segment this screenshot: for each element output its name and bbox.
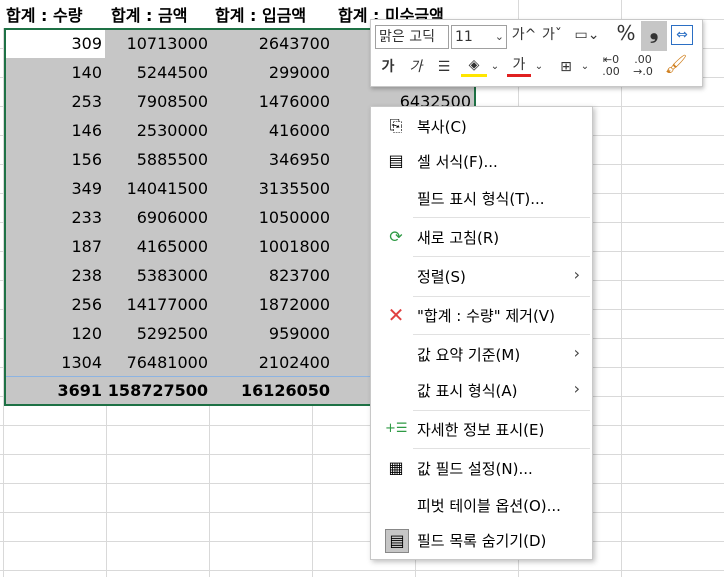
chevron-down-icon[interactable]: ⌄ bbox=[533, 56, 545, 78]
menu-item-hide-field-list[interactable]: ▤ 필드 목록 숨기기(D) bbox=[371, 523, 592, 557]
menu-label: 복사(C) bbox=[417, 118, 467, 136]
menu-label: 값 필드 설정(N)... bbox=[417, 460, 533, 478]
field-settings-icon: ▦ bbox=[388, 458, 404, 477]
menu-label: 피벗 테이블 옵션(O)... bbox=[417, 497, 561, 515]
menu-label: 값 요약 기준(M) bbox=[417, 346, 521, 364]
refresh-icon: ⟳ bbox=[389, 227, 403, 246]
menu-item-copy[interactable]: ⎘ 복사(C) bbox=[371, 109, 592, 143]
menu-item-pivot-options[interactable]: 피벗 테이블 옵션(O)... bbox=[371, 488, 592, 522]
close-icon: ✕ bbox=[387, 303, 405, 327]
menu-item-remove-field[interactable]: ✕ "합계 : 수량" 제거(V) bbox=[371, 298, 592, 332]
menu-item-refresh[interactable]: ⟳ 새로 고침(R) bbox=[371, 220, 592, 254]
menu-item-show-details[interactable]: +☰ 자세한 정보 표시(E) bbox=[371, 412, 592, 446]
menu-item-show-values-as[interactable]: 값 표시 형식(A) › bbox=[371, 373, 592, 407]
comma-style-button[interactable]: ❟ bbox=[641, 21, 667, 51]
menu-label: 필드 목록 숨기기(D) bbox=[417, 532, 547, 550]
chevron-right-icon: › bbox=[573, 343, 580, 362]
menu-label: 새로 고침(R) bbox=[417, 229, 500, 247]
menu-divider bbox=[413, 296, 590, 297]
menu-label: 필드 표시 형식(T)... bbox=[417, 190, 545, 208]
font-size-box[interactable]: 11 ⌄ bbox=[451, 25, 507, 49]
header-deposit[interactable]: 합계 : 입금액 bbox=[215, 2, 306, 26]
accounting-format-icon[interactable]: ▭⌄ bbox=[569, 24, 605, 46]
align-center-icon[interactable]: ☰ bbox=[431, 56, 457, 78]
copy-icon: ⎘ bbox=[389, 116, 403, 135]
menu-label: 자세한 정보 표시(E) bbox=[417, 421, 545, 439]
menu-item-number-format[interactable]: 필드 표시 형식(T)... bbox=[371, 181, 592, 215]
header-amount[interactable]: 합계 : 금액 bbox=[111, 2, 187, 26]
chevron-right-icon: › bbox=[573, 265, 580, 284]
menu-divider bbox=[413, 334, 590, 335]
menu-divider bbox=[413, 217, 590, 218]
fill-color-icon[interactable]: ◈ bbox=[461, 56, 487, 77]
menu-divider bbox=[413, 410, 590, 411]
percent-button[interactable]: % bbox=[615, 22, 637, 44]
bold-button[interactable]: 가 bbox=[377, 56, 399, 78]
menu-item-summarize-by[interactable]: 값 요약 기준(M) › bbox=[371, 337, 592, 371]
menu-label: 정렬(S) bbox=[417, 268, 466, 286]
merge-center-icon[interactable]: ⇔ bbox=[671, 25, 693, 45]
menu-item-value-field-settings[interactable]: ▦ 값 필드 설정(N)... bbox=[371, 451, 592, 485]
decrease-font-button[interactable]: 가ˇ bbox=[539, 24, 565, 46]
borders-icon[interactable]: ⊞ bbox=[553, 56, 579, 78]
menu-label: 값 표시 형식(A) bbox=[417, 382, 518, 400]
font-color-button[interactable]: 가 bbox=[507, 56, 531, 77]
context-menu: ⎘ 복사(C) ▤ 셀 서식(F)... 필드 표시 형식(T)... ⟳ 새로… bbox=[370, 106, 593, 560]
decrease-decimal-icon[interactable]: .00 →.0 bbox=[629, 54, 657, 78]
italic-button[interactable]: 가 bbox=[405, 56, 427, 78]
menu-item-format-cells[interactable]: ▤ 셀 서식(F)... bbox=[371, 144, 592, 178]
chevron-down-icon[interactable]: ⌄ bbox=[579, 56, 591, 78]
menu-divider bbox=[413, 256, 590, 257]
show-details-icon: +☰ bbox=[385, 421, 408, 436]
format-painter-icon[interactable]: 🖌 bbox=[663, 54, 689, 76]
increase-font-button[interactable]: 가^ bbox=[511, 24, 537, 46]
menu-label: 셀 서식(F)... bbox=[417, 153, 498, 171]
format-cells-icon: ▤ bbox=[388, 151, 404, 170]
menu-item-sort[interactable]: 정렬(S) › bbox=[371, 259, 592, 293]
mini-toolbar: 맑은 고딕 11 ⌄ 가^ 가ˇ ▭⌄ % ❟ ⇔ 가 가 ☰ ◈ ⌄ 가 ⌄ ⊞… bbox=[370, 19, 703, 87]
chevron-down-icon[interactable]: ⌄ bbox=[489, 56, 501, 78]
chevron-right-icon: › bbox=[573, 379, 580, 398]
menu-divider bbox=[413, 448, 590, 449]
header-qty[interactable]: 합계 : 수량 bbox=[6, 2, 82, 26]
font-name-box[interactable]: 맑은 고딕 bbox=[375, 25, 449, 49]
menu-label: "합계 : 수량" 제거(V) bbox=[417, 307, 555, 325]
field-list-icon: ▤ bbox=[385, 529, 409, 553]
increase-decimal-icon[interactable]: ⇤0.00 bbox=[597, 54, 625, 78]
chevron-down-icon: ⌄ bbox=[494, 30, 504, 43]
